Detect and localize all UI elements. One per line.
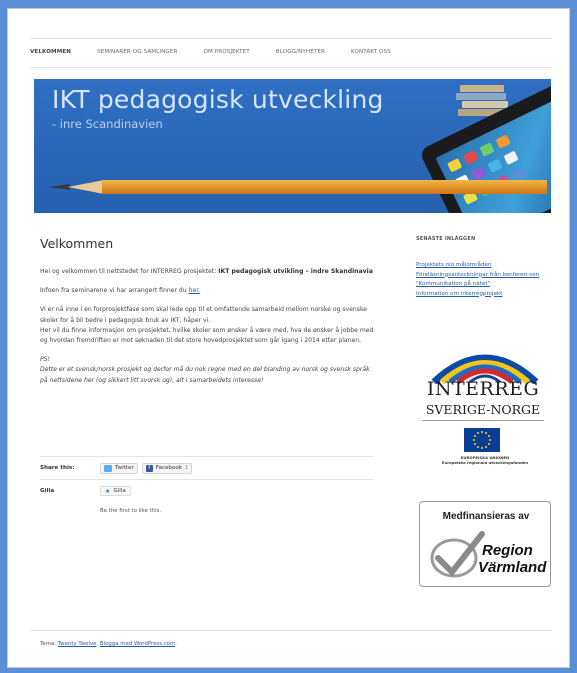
recent-post-link-2[interactable]: Föreläsningsanteckningar från konferen-s…	[416, 271, 556, 290]
pencil-image	[42, 179, 547, 195]
facebook-label: Facebook	[155, 465, 183, 471]
interreg-logo[interactable]: INTERREG SVERIGE-NORGE EUROPEISKA UNIONE…	[418, 340, 548, 465]
interreg-region: SVERIGE-NORGE	[425, 402, 541, 417]
region-varmland-logo[interactable]: Medfinansieras av Region Värmland	[419, 501, 551, 587]
footer-divider	[30, 630, 552, 631]
interreg-wordmark: INTERREG	[426, 378, 540, 400]
like-button-label: Gilla	[113, 488, 126, 494]
footer-prefix: Tema:	[40, 641, 58, 647]
like-first-text: Be the first to like this.	[100, 508, 162, 514]
star-icon: ★	[105, 487, 111, 495]
project-text-line1: Vi er nå inne i en forprosjektfase som s…	[40, 306, 368, 324]
nav-divider-bottom	[30, 67, 552, 68]
twitter-icon	[104, 464, 112, 472]
info-paragraph: Infoen fra seminarene vi har arrangert f…	[40, 286, 375, 296]
header-banner[interactable]: IKT pedagogisk utveckling - inre Scandin…	[34, 79, 551, 213]
facebook-share-button[interactable]: f Facebook 1	[141, 462, 193, 474]
eu-caption: EUROPEISKA UNIONEN Europeiska regionala …	[418, 455, 552, 465]
twitter-share-button[interactable]: Twitter	[100, 462, 138, 474]
recent-post-link-1[interactable]: Projektets nio målområden	[416, 261, 556, 271]
ps-paragraph: PS! Dette er et svensk/norsk prosjekt og…	[40, 355, 375, 386]
intro-text: Hei og velkommen til nettstedet for INTE…	[40, 268, 219, 275]
main-nav: VELKOMMEN SEMINARER OG SAMLINGER OM PROS…	[30, 44, 552, 68]
facebook-count: 1	[185, 465, 189, 471]
interreg-divider	[422, 420, 544, 421]
project-paragraph: Vi er nå inne i en forprosjektfase som s…	[40, 305, 375, 346]
main-content: Velkommen Hei og velkommen til nettstede…	[40, 236, 375, 395]
wordpress-link[interactable]: Blogga med WordPress.com	[100, 641, 175, 647]
footer: Tema: Twenty Twelve. Blogga med WordPres…	[40, 641, 177, 647]
recent-post-link-3[interactable]: Information om interregprojekt	[416, 290, 556, 300]
info-text: Infoen fra seminarene vi har arrangert f…	[40, 287, 189, 295]
cofinanced-title: Medfinansieras av	[442, 511, 530, 522]
nav-item-om-prosjektet[interactable]: OM PROSJEKTET	[203, 44, 249, 68]
twitter-label: Twitter	[115, 465, 134, 471]
like-row: Gilla ★ Gilla	[40, 480, 373, 502]
nav-item-kontakt[interactable]: KONTAKT OSS	[351, 44, 391, 68]
page-title: Velkommen	[40, 236, 114, 251]
eu-flag-icon	[464, 428, 500, 452]
like-label: Gilla	[40, 488, 55, 494]
region-word: Region	[482, 542, 533, 559]
sidebar: SENASTE INLÄGGEN Projektets nio målområd…	[416, 236, 556, 299]
recent-posts-heading: SENASTE INLÄGGEN	[416, 236, 476, 242]
like-button[interactable]: ★ Gilla	[100, 486, 131, 496]
share-section: Share this: Twitter f Facebook 1 Gilla ★…	[40, 456, 373, 514]
nav-item-blogg[interactable]: BLOGG/NYHETER	[276, 44, 325, 68]
theme-link[interactable]: Twenty Twelve	[58, 641, 97, 647]
share-label: Share this:	[40, 465, 75, 471]
banner-subtitle: - inre Scandinavien	[52, 117, 163, 131]
share-row: Share this: Twitter f Facebook 1	[40, 457, 373, 479]
nav-item-seminarer[interactable]: SEMINARER OG SAMLINGER	[97, 44, 177, 68]
varmland-word: Värmland	[478, 559, 547, 576]
project-name: IKT pedagogisk utvikling – indre Skandin…	[218, 268, 373, 275]
banner-title: IKT pedagogisk utveckling	[52, 85, 384, 114]
intro-paragraph: Hei og velkommen til nettstedet for INTE…	[40, 267, 375, 277]
nav-divider-top	[30, 38, 552, 39]
nav-item-velkommen[interactable]: VELKOMMEN	[30, 44, 71, 68]
ps-text: Dette er et svensk/norsk prosjekt og der…	[40, 366, 370, 384]
footer-suffix: .	[175, 641, 177, 647]
seminar-info-link[interactable]: her.	[189, 287, 201, 294]
facebook-icon: f	[145, 464, 153, 472]
eu-line2: Europeiska regionala utvecklingsfonden	[441, 460, 529, 465]
ps-label: PS!	[40, 356, 50, 364]
project-text-line2: Her vil du finne informasjon om prosjekt…	[40, 326, 374, 345]
